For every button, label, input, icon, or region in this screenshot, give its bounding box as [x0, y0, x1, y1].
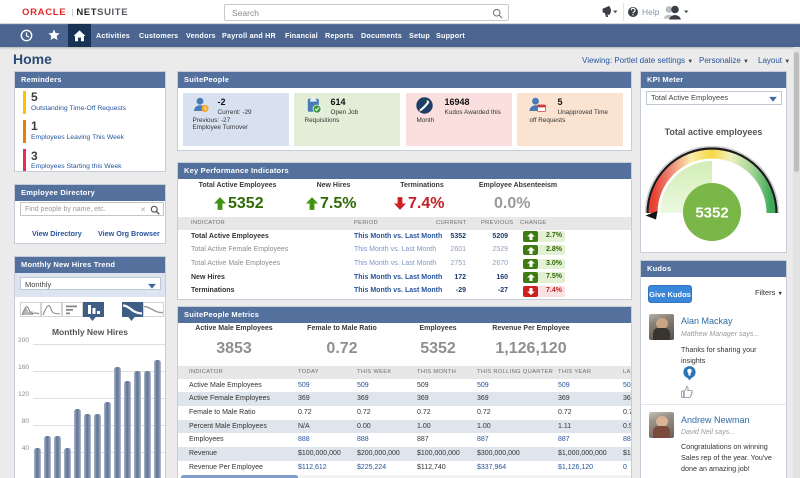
- svg-text:Help: Help: [642, 7, 660, 17]
- svg-text:5352: 5352: [695, 205, 728, 222]
